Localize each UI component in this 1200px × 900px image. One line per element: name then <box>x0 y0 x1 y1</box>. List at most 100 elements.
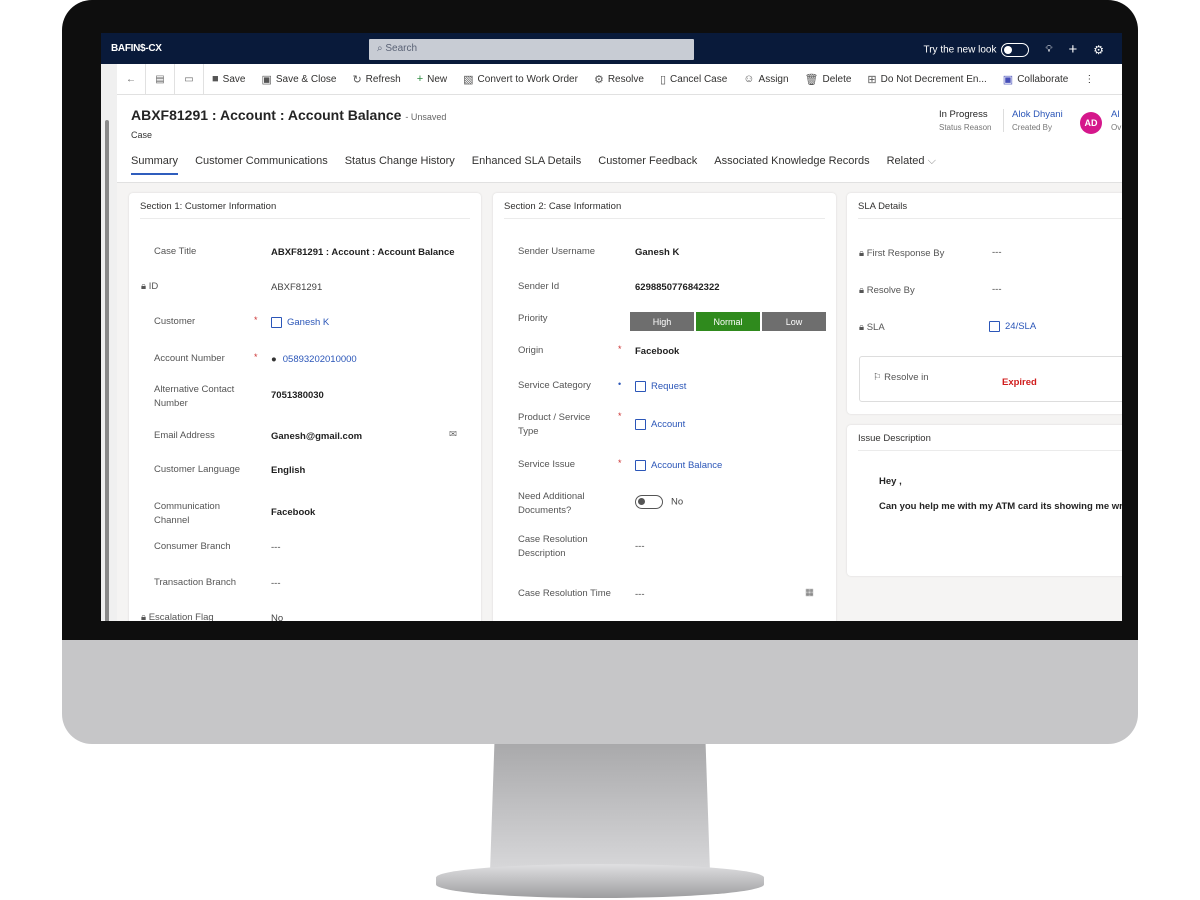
required-icon: * <box>618 458 622 468</box>
field-value[interactable]: Account Balance <box>635 460 722 471</box>
save-close-icon: ▣ <box>261 73 272 86</box>
required-icon: * <box>618 411 622 421</box>
field-label: Sender Id <box>518 281 560 292</box>
new-button[interactable]: + New <box>409 73 455 85</box>
priority-option-low[interactable]: Low <box>762 312 826 331</box>
field-value[interactable]: Ganesh K <box>271 317 329 328</box>
field-label: Alternative Contact Number <box>154 384 235 409</box>
gear-icon[interactable]: ⚙ <box>1093 43 1104 57</box>
owner[interactable]: Al Ov <box>1111 109 1121 132</box>
tab-enhanced-sla-details[interactable]: Enhanced SLA Details <box>472 155 581 175</box>
monitor-base <box>436 864 764 898</box>
avatar[interactable]: AD <box>1080 112 1102 134</box>
tab-customer-communications[interactable]: Customer Communications <box>195 155 328 175</box>
assign-button[interactable]: ☺ Assign <box>735 73 796 85</box>
open-new-window-button[interactable]: ▭ <box>175 63 204 95</box>
field-value[interactable]: Account <box>635 419 685 430</box>
document-cancel-icon: ▯ <box>659 73 667 86</box>
lookup-icon <box>635 460 646 471</box>
calendar-icon[interactable]: ▦ <box>805 587 814 598</box>
lock-icon: 🔒︎ <box>859 322 865 333</box>
field-label: 🔒︎ Escalation Flag <box>141 612 214 621</box>
field-value: No <box>271 613 284 621</box>
account-icon: ● <box>271 354 277 365</box>
entity-name: Case <box>131 130 153 140</box>
section-customer-information: Section 1: Customer Information Case Tit… <box>129 193 481 621</box>
field-label: Case Title <box>154 246 197 257</box>
field-label: Email Address <box>154 430 215 441</box>
section-sla-details: SLA Details 🔒︎ First Response By --- 🔒︎ R… <box>847 193 1122 414</box>
resolve-by-value: --- <box>992 284 1002 295</box>
resolve-button[interactable]: ⚙ Resolve <box>586 73 652 86</box>
field-label: Service Issue <box>518 459 576 470</box>
contact-icon <box>271 317 282 328</box>
plus-icon[interactable]: + <box>1068 41 1077 58</box>
app-title: BAFIN$-CX <box>111 43 162 54</box>
form-icon[interactable]: ▤ <box>146 63 175 95</box>
do-not-decrement-button[interactable]: ⊞ Do Not Decrement En... <box>859 73 994 86</box>
priority-option-high[interactable]: High <box>630 312 694 331</box>
tab-customer-feedback[interactable]: Customer Feedback <box>598 155 697 175</box>
sla-link[interactable]: 24/SLA <box>989 321 1036 332</box>
lookup-icon <box>989 321 1000 332</box>
section-title: SLA Details <box>858 193 1122 219</box>
field-label: Transaction Branch <box>154 577 237 588</box>
save-button[interactable]: ■ Save <box>204 73 253 85</box>
resolve-in-timer: ⚐ Resolve in Expired <box>859 356 1122 402</box>
email-icon[interactable]: ✉ <box>449 429 457 440</box>
delete-button[interactable]: 🗑︎ Delete <box>797 73 860 86</box>
field-label: Service Category <box>518 380 591 391</box>
field-label: Communication Channel <box>154 501 220 526</box>
field-value[interactable]: ● 05893202010000 <box>271 354 357 365</box>
record-header: ABXF81291 : Account : Account Balance - … <box>117 95 1122 183</box>
field-label: Origin <box>518 345 544 356</box>
field-label: Priority <box>518 313 548 324</box>
field-value: --- <box>271 542 281 553</box>
trash-icon: 🗑︎ <box>804 73 819 86</box>
tab-summary[interactable]: Summary <box>131 155 179 175</box>
field-label: 🔒︎ ID <box>141 281 159 292</box>
field-label: Product / Service Type <box>518 412 591 437</box>
section-issue-description: Issue Description Hey , Can you help me w… <box>847 425 1122 576</box>
field-value: Facebook <box>635 346 680 357</box>
priority-option-normal[interactable]: Normal <box>696 312 760 331</box>
field-label: Account Number <box>154 353 225 364</box>
field-value: English <box>271 465 306 476</box>
lock-icon: 🔒︎ <box>859 248 865 259</box>
field-value: Facebook <box>271 507 316 518</box>
scrollbar[interactable] <box>101 64 117 621</box>
more-icon[interactable]: ⋮ <box>1076 74 1102 85</box>
new-look-toggle[interactable]: Try the new look <box>923 42 1030 57</box>
field-label: Consumer Branch <box>154 541 231 552</box>
convert-work-order-button[interactable]: ▧ Convert to Work Order <box>455 73 586 86</box>
tab-associated-knowledge-records[interactable]: Associated Knowledge Records <box>714 155 869 175</box>
back-button[interactable]: ← <box>117 63 146 95</box>
collaborate-button[interactable]: ▣ Collaborate <box>995 73 1077 86</box>
lookup-icon <box>635 381 646 392</box>
command-bar: ← ▤ ▭ ■ Save ▣ Save & Close ↻ Refresh + New … <box>117 63 1122 95</box>
section-title: Section 1: Customer Information <box>140 193 470 219</box>
tab-bar: Summary Customer Communications Status C… <box>131 155 936 175</box>
lock-icon: 🔒︎ <box>141 281 147 292</box>
save-close-button[interactable]: ▣ Save & Close <box>253 73 344 86</box>
section-title: Issue Description <box>858 425 1122 451</box>
status-reason: In Progress Status Reason <box>939 109 992 132</box>
top-nav: BAFIN$-CX ⌕ Search Try the new look 💡︎ +… <box>101 33 1122 64</box>
search-input[interactable]: ⌕ Search <box>369 39 694 60</box>
issue-text: Hey , Can you help me with my ATM card it… <box>879 476 1122 512</box>
monitor-chin <box>62 640 1138 744</box>
chevron-down-icon: ⌵ <box>927 155 936 167</box>
field-value: 6298850776842322 <box>635 282 720 293</box>
tab-status-change-history[interactable]: Status Change History <box>345 155 455 175</box>
lightbulb-icon[interactable]: 💡︎ <box>1045 44 1052 55</box>
field-value: ABXF81291 : Account : Account Balance <box>271 247 455 258</box>
field-value[interactable]: Request <box>635 381 686 392</box>
need-documents-toggle[interactable]: No <box>635 495 683 509</box>
required-icon: * <box>254 352 258 362</box>
lock-icon: 🔒︎ <box>859 285 865 296</box>
refresh-button[interactable]: ↻ Refresh <box>344 73 408 86</box>
created-by-link[interactable]: Alok Dhyani <box>1012 109 1063 120</box>
cancel-case-button[interactable]: ▯ Cancel Case <box>652 73 735 86</box>
tab-related[interactable]: Related ⌵ <box>887 155 936 175</box>
grid-icon: ⊞ <box>867 73 877 86</box>
